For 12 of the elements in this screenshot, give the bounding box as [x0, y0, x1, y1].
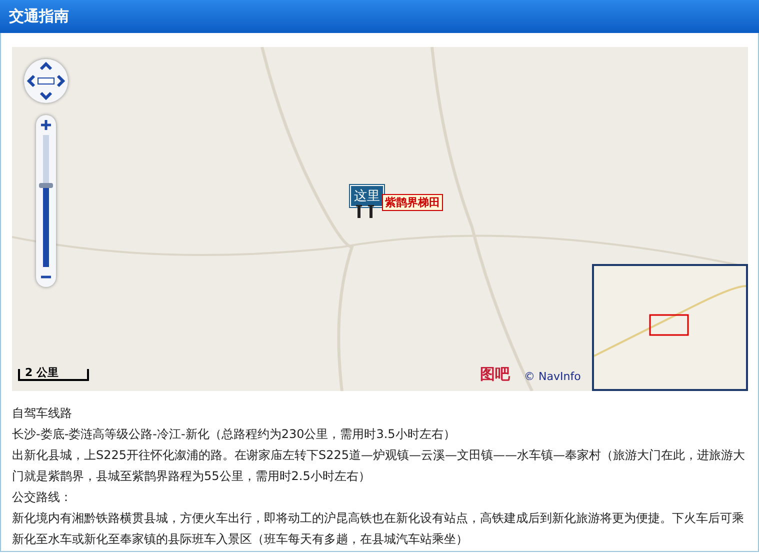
guide-text: 公交路线：	[12, 489, 73, 506]
place-label: 紫鹊界梯田	[382, 194, 443, 211]
guide-text: 新化境内有湘黔铁路横贯县城，方便火车出行，即将动工的沪昆高铁也在新化设有站点，高铁建成后到新化旅游将更为便捷。下火车后可乘新化至水车或新化至奉家镇的县际班车入景区（班车每天有多趟，在县城汽车站乘坐）	[12, 510, 745, 548]
map-marker-label[interactable]: 这里	[350, 185, 384, 207]
map-logo: 图吧	[480, 365, 510, 384]
map-copyright: © NavInfo	[524, 370, 581, 383]
guide-text: 自驾车线路	[12, 405, 73, 422]
guide-text: 长沙-娄底-娄涟高等级公路-冷江-新化（总路程约为230公里，需用时3.5小时左右）	[12, 426, 456, 443]
scale-bar: 2 公里	[18, 369, 89, 381]
guide-text: 出新化县城，上S225开往怀化溆浦的路。在谢家庙左转下S225道—炉观镇—云溪—文田镇——水车镇—奉家村（旅游大门在此，进旅游大门就是紫鹊界，县城至紫鹊界路程为55公里，需用时2.5小时左右）	[12, 447, 746, 485]
map-view[interactable]: 这里 紫鹊界梯田 2 公里 图吧 © NavInfo	[12, 47, 748, 391]
header-title: 交通指南	[9, 7, 69, 26]
